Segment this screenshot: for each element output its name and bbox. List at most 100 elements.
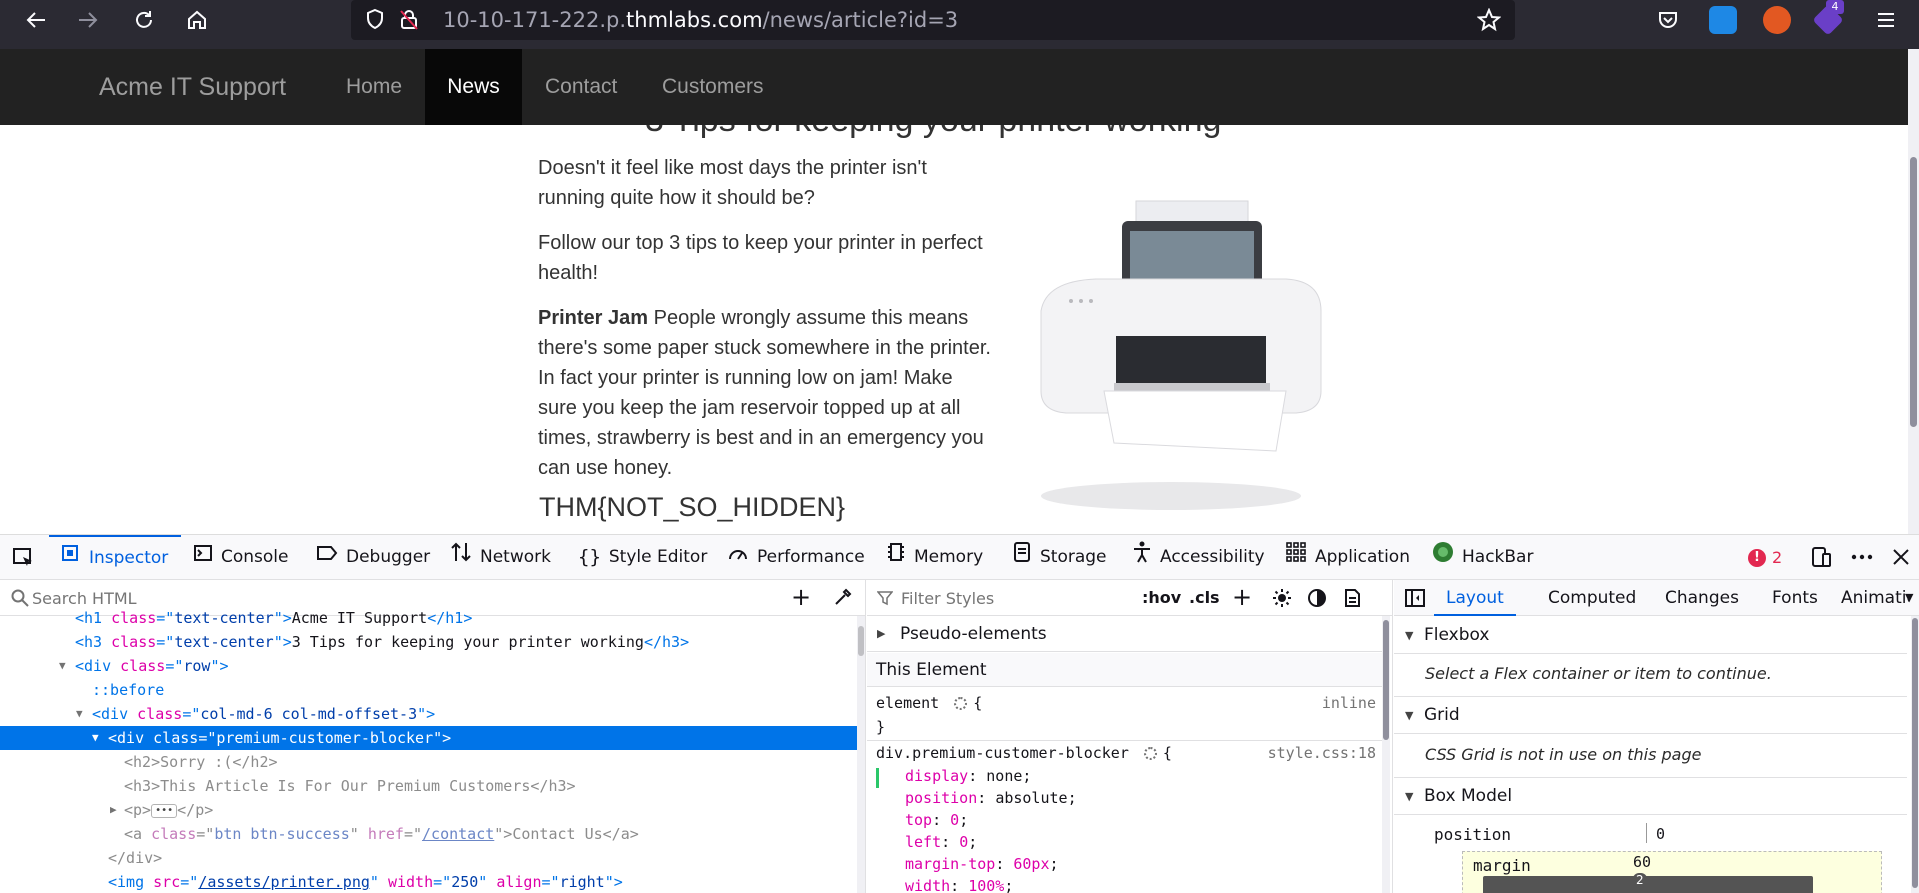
element-picker-icon[interactable]	[11, 535, 35, 580]
this-element-label: This Element	[876, 660, 987, 680]
markup-node[interactable]: <h3>This Article Is For Our Premium Cust…	[0, 774, 858, 798]
declaration[interactable]: left: 0;	[905, 833, 977, 851]
reload-icon[interactable]	[124, 0, 164, 40]
tab-hackbar[interactable]: HackBar	[1432, 535, 1533, 580]
tabs-overflow-icon[interactable]: ▼	[1905, 580, 1913, 616]
gear-icon[interactable]	[1143, 747, 1157, 760]
expand-triangle-icon[interactable]: ▼	[76, 702, 83, 726]
ghostery-icon[interactable]	[1709, 6, 1737, 34]
position-divider	[1646, 823, 1647, 843]
markup-scroll-thumb[interactable]	[858, 626, 864, 656]
layout-scrollbar[interactable]	[1911, 616, 1919, 893]
tab-performance[interactable]: Performance	[727, 535, 865, 580]
border-top-value[interactable]: 2	[1633, 873, 1647, 887]
declaration[interactable]: margin-top: 60px;	[905, 855, 1059, 873]
tab-layout[interactable]: Layout	[1434, 580, 1516, 616]
print-media-icon[interactable]	[1342, 588, 1362, 612]
grid-section-toggle[interactable]: ▼ Grid	[1394, 697, 1907, 734]
declaration[interactable]: width: 100%;	[905, 877, 1013, 893]
markup-node[interactable]: <a class="btn btn-success" href="/contac…	[0, 822, 858, 846]
shield-icon[interactable]	[363, 8, 387, 32]
close-icon[interactable]	[1891, 535, 1911, 580]
nav-customers[interactable]: Customers	[662, 49, 764, 125]
url-bar[interactable]: 10-10-171-222.p.thmlabs.com/news/article…	[351, 0, 1515, 40]
gear-icon[interactable]	[954, 697, 968, 710]
declaration[interactable]: top: 0;	[905, 811, 968, 829]
tab-animations[interactable]: Animatio	[1832, 580, 1909, 616]
layout-sidebar: Layout Computed Changes Fonts Animatio ▼…	[1394, 580, 1919, 893]
tab-style-editor[interactable]: {} Style Editor	[578, 535, 707, 580]
markup-node[interactable]: <h1 class="text-center">Acme IT Support<…	[0, 606, 858, 630]
tab-network[interactable]: Network	[450, 535, 551, 580]
flexbox-section-toggle[interactable]: ▼ Flexbox	[1394, 617, 1907, 654]
rule-source[interactable]: inline	[1322, 694, 1376, 712]
markup-node[interactable]: ::before	[0, 678, 858, 702]
back-icon[interactable]	[16, 0, 56, 40]
tab-label: Style Editor	[608, 547, 708, 567]
tab-inspector[interactable]: Inspector	[49, 535, 181, 580]
position-value[interactable]: 0	[1656, 825, 1665, 843]
expand-triangle-icon[interactable]: ▼	[92, 726, 99, 750]
markup-node-selected[interactable]: ▼ <div class="premium-customer-blocker">	[0, 726, 858, 750]
hackbar-icon	[1432, 535, 1454, 580]
cls-toggle[interactable]: .cls	[1189, 580, 1220, 616]
markup-node[interactable]: ▶ <p> ••• </p>	[0, 798, 858, 822]
hov-toggle[interactable]: :hov	[1142, 580, 1181, 616]
page-scroll-thumb[interactable]	[1910, 157, 1917, 427]
element-rule[interactable]: element {	[876, 694, 982, 712]
firefox-extension-icon[interactable]	[1763, 6, 1791, 34]
markup-node[interactable]: <h3 class="text-center">3 Tips for keepi…	[0, 630, 858, 654]
rules-scrollbar[interactable]	[1382, 616, 1390, 893]
markup-node[interactable]: <img src="/assets/printer.png" width="25…	[0, 870, 858, 893]
more-options-icon[interactable]	[1850, 535, 1874, 580]
insecure-lock-icon[interactable]	[397, 8, 421, 32]
markup-node[interactable]: </div>	[0, 846, 858, 870]
home-icon[interactable]	[177, 0, 217, 40]
add-rule-icon[interactable]: +	[1232, 585, 1252, 609]
toggle-sidebar-icon[interactable]	[1404, 588, 1426, 612]
url-text[interactable]: 10-10-171-222.p.thmlabs.com/news/article…	[443, 0, 958, 40]
tab-console[interactable]: Console	[193, 535, 289, 580]
declaration[interactable]: position: absolute;	[905, 789, 1077, 807]
responsive-mode-icon[interactable]	[1810, 535, 1832, 580]
border-box[interactable]: 2	[1483, 873, 1813, 893]
dark-theme-icon[interactable]	[1307, 588, 1327, 612]
pocket-icon[interactable]	[1648, 0, 1688, 40]
markup-node[interactable]: ▼ <div class="row">	[0, 654, 858, 678]
menu-icon[interactable]	[1866, 0, 1906, 40]
markup-scrollbar[interactable]	[857, 616, 865, 893]
expand-triangle-icon[interactable]: ▼	[59, 654, 66, 678]
tab-accessibility[interactable]: Accessibility	[1132, 535, 1265, 580]
nav-contact[interactable]: Contact	[545, 49, 617, 125]
error-indicator[interactable]: ! 2	[1748, 535, 1782, 580]
rules-scroll-thumb[interactable]	[1383, 620, 1389, 740]
margin-top-value[interactable]: 60	[1633, 853, 1651, 871]
layout-scroll-thumb[interactable]	[1912, 618, 1918, 888]
markup-node[interactable]: <h2>Sorry :(</h2>	[0, 750, 858, 774]
devtools-panel: Inspector Console Debugger Network {} St…	[0, 534, 1919, 893]
tab-changes[interactable]: Changes	[1656, 580, 1748, 616]
light-theme-icon[interactable]	[1272, 588, 1292, 612]
page-scrollbar[interactable]	[1908, 49, 1919, 534]
margin-box[interactable]: margin 60 2	[1462, 851, 1882, 893]
tab-application[interactable]: Application	[1285, 535, 1410, 580]
nav-news[interactable]: News	[425, 49, 522, 125]
tab-fonts[interactable]: Fonts	[1763, 580, 1827, 616]
rule-source[interactable]: style.css:18	[1268, 744, 1376, 762]
tab-computed[interactable]: Computed	[1539, 580, 1645, 616]
collapse-triangle-icon[interactable]: ▶	[110, 798, 117, 822]
tab-memory[interactable]: Memory	[886, 535, 983, 580]
tab-debugger[interactable]: Debugger	[316, 535, 430, 580]
blocker-rule[interactable]: div.premium-customer-blocker {	[876, 744, 1172, 762]
markup-node[interactable]: ▼ <div class="col-md-6 col-md-offset-3">	[0, 702, 858, 726]
brand-link[interactable]: Acme IT Support	[99, 49, 286, 125]
nav-home[interactable]: Home	[346, 49, 402, 125]
forward-icon[interactable]	[68, 0, 108, 40]
pseudo-elements-toggle[interactable]: ▶ Pseudo-elements	[867, 616, 1383, 652]
tip-heading: Printer Jam	[538, 307, 649, 329]
declaration[interactable]: display: none;	[905, 767, 1031, 785]
tab-storage[interactable]: Storage	[1012, 535, 1107, 580]
bookmark-star-icon[interactable]	[1476, 7, 1502, 32]
collapsed-content-pill[interactable]: •••	[151, 803, 178, 818]
box-model-section-toggle[interactable]: ▼ Box Model	[1394, 778, 1907, 815]
